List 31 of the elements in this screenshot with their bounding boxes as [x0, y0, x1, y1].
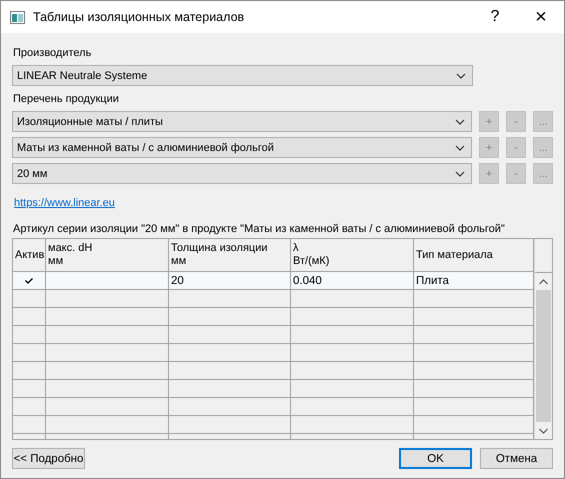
table-cell: 20 — [169, 272, 291, 290]
window-title: Таблицы изоляционных материалов — [33, 10, 246, 24]
column-header[interactable]: λ Вт/(мК) — [291, 239, 414, 272]
product-dropdown[interactable]: Изоляционные маты / плиты — [12, 111, 472, 132]
dialog-button[interactable]: << Подробно — [12, 448, 85, 469]
dialog-button[interactable]: Отмена — [480, 448, 553, 469]
check-icon[interactable] — [25, 278, 33, 284]
scroll-up-icon[interactable] — [539, 278, 548, 284]
caret-icon — [456, 72, 466, 78]
column-header[interactable]: Тип материала — [414, 239, 534, 272]
caret-icon — [455, 144, 466, 150]
caret-icon — [455, 170, 466, 176]
close-button[interactable]: × — [518, 6, 564, 28]
caret-icon — [455, 118, 466, 124]
manufacturer-label: Производитель — [13, 47, 92, 59]
products-label: Перечень продукции — [13, 93, 120, 105]
manufacturer-dropdown[interactable]: LINEAR Neutrale Systeme — [12, 65, 473, 86]
product-dropdown[interactable]: Маты из каменной ваты / с алюминиевой фольгой — [12, 137, 472, 158]
column-header[interactable]: макс. dH мм — [46, 239, 169, 272]
table-caption: Артикул серии изоляции "20 мм" в продукте "Маты из каменной ваты / с алюминиевой фольгой" — [13, 223, 506, 235]
scrollbar-thumb[interactable] — [536, 290, 551, 422]
app-icon — [10, 10, 25, 24]
product-dropdown[interactable]: 20 мм — [12, 163, 472, 184]
website-link[interactable]: https://www.linear.eu — [14, 197, 115, 209]
dialog-button[interactable]: OK — [399, 448, 472, 469]
scroll-down-icon[interactable] — [539, 428, 548, 434]
column-header[interactable]: Актив — [13, 239, 46, 272]
column-header[interactable]: Толщина изоляции мм — [169, 239, 291, 272]
table-cell: Плита — [414, 272, 534, 290]
help-button[interactable]: ? — [472, 8, 518, 26]
table-cell: 0.040 — [291, 272, 414, 290]
